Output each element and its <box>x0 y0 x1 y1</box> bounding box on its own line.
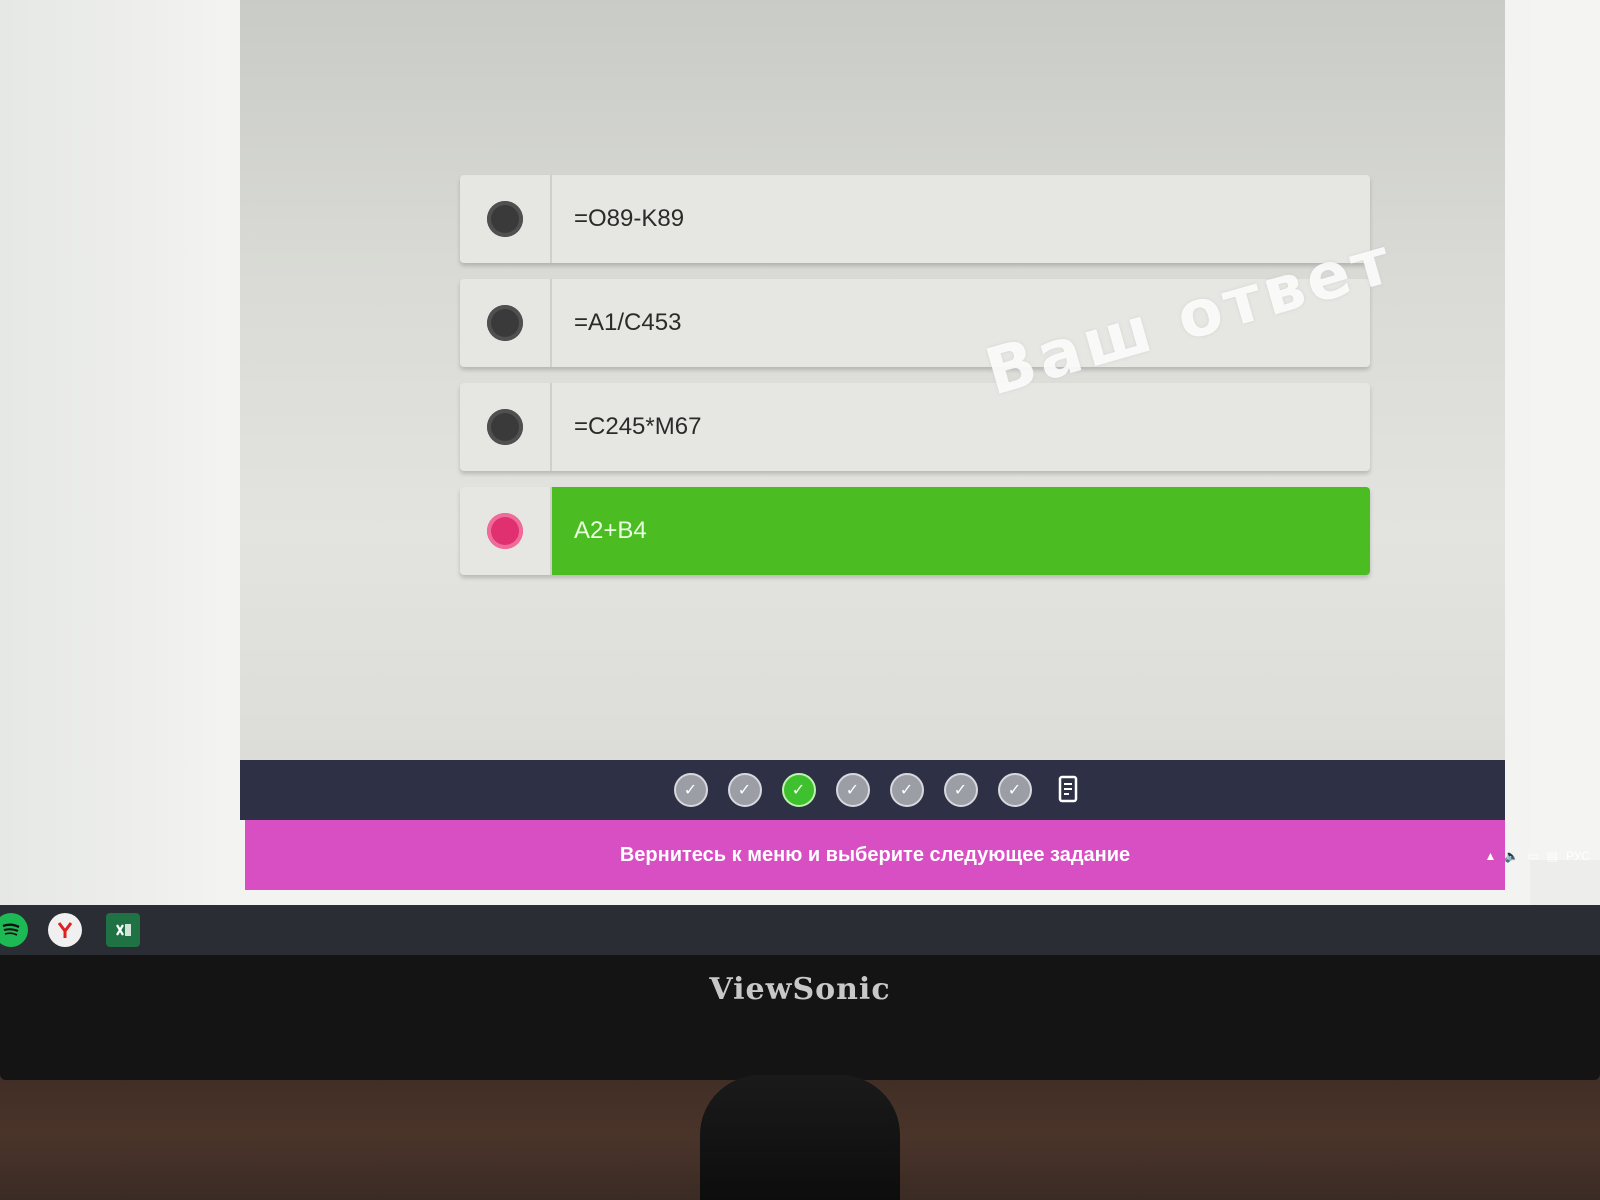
radio-cell <box>460 383 552 471</box>
answer-options: =O89-K89 =A1/C453 =C245*M67 A2+B4 <box>460 175 1370 591</box>
volume-icon[interactable]: 🔈 <box>1504 849 1519 863</box>
right-side-panel <box>1530 0 1600 860</box>
question-dot[interactable]: ✓ <box>889 773 924 807</box>
monitor-brand: ViewSonic <box>709 972 891 1007</box>
report-icon[interactable] <box>1056 775 1082 805</box>
question-dot[interactable]: ✓ <box>781 773 816 807</box>
question-area: =O89-K89 =A1/C453 =C245*M67 A2+B4 Ваш от… <box>240 0 1505 760</box>
footer-message: Вернитесь к меню и выберите следующее за… <box>245 820 1505 890</box>
radio-button[interactable] <box>487 409 523 445</box>
system-tray: ▲ 🔈 ▭ ▤ РУС <box>1484 842 1590 870</box>
question-dot[interactable]: ✓ <box>673 773 708 807</box>
notification-icon[interactable]: ▤ <box>1547 849 1558 863</box>
screen: =O89-K89 =A1/C453 =C245*M67 A2+B4 Ваш от… <box>0 0 1600 955</box>
question-navigation: ✓ ✓ ✓ ✓ ✓ ✓ ✓ <box>240 760 1505 820</box>
radio-button-selected[interactable] <box>487 513 523 549</box>
radio-cell <box>460 175 552 263</box>
answer-label: =O89-K89 <box>574 205 685 232</box>
answer-label: =C245*M67 <box>574 413 702 440</box>
excel-icon[interactable] <box>106 913 140 947</box>
network-icon[interactable]: ▭ <box>1527 849 1538 863</box>
radio-cell <box>460 487 552 575</box>
answer-option[interactable]: =C245*M67 <box>460 383 1370 471</box>
radio-cell <box>460 279 552 367</box>
left-side-panel <box>0 0 216 910</box>
answer-label: A2+B4 <box>552 487 1370 575</box>
question-dot[interactable]: ✓ <box>943 773 978 807</box>
radio-button[interactable] <box>487 201 523 237</box>
question-dot[interactable]: ✓ <box>835 773 870 807</box>
language-indicator[interactable]: РУС <box>1566 849 1590 863</box>
answer-option[interactable]: =O89-K89 <box>460 175 1370 263</box>
question-dot[interactable]: ✓ <box>997 773 1032 807</box>
quiz-app: =O89-K89 =A1/C453 =C245*M67 A2+B4 Ваш от… <box>215 0 1530 905</box>
yandex-browser-icon[interactable] <box>48 913 82 947</box>
chevron-up-icon[interactable]: ▲ <box>1484 849 1496 863</box>
answer-option-correct[interactable]: A2+B4 <box>460 487 1370 575</box>
question-dot[interactable]: ✓ <box>727 773 762 807</box>
radio-button[interactable] <box>487 305 523 341</box>
spotify-icon[interactable] <box>0 913 28 947</box>
taskbar <box>0 905 1600 955</box>
monitor-stand <box>700 1075 900 1200</box>
